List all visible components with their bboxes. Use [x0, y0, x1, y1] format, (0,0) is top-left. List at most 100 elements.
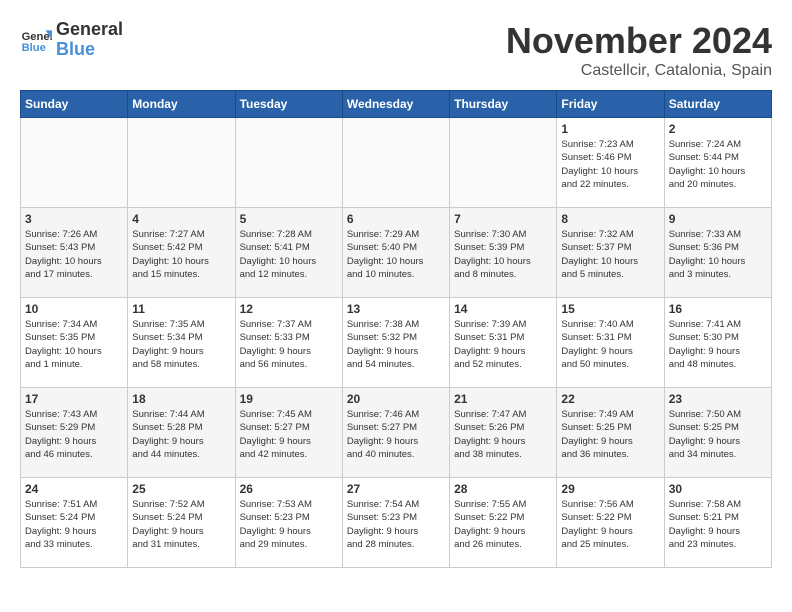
day-cell: 1Sunrise: 7:23 AM Sunset: 5:46 PM Daylig…	[557, 118, 664, 208]
day-number: 2	[669, 122, 767, 136]
week-row-2: 3Sunrise: 7:26 AM Sunset: 5:43 PM Daylig…	[21, 208, 772, 298]
weekday-header-sunday: Sunday	[21, 91, 128, 118]
day-cell	[450, 118, 557, 208]
day-info: Sunrise: 7:39 AM Sunset: 5:31 PM Dayligh…	[454, 318, 552, 371]
logo: General Blue GeneralBlue	[20, 20, 123, 60]
day-info: Sunrise: 7:52 AM Sunset: 5:24 PM Dayligh…	[132, 498, 230, 551]
day-number: 1	[561, 122, 659, 136]
day-number: 30	[669, 482, 767, 496]
week-row-4: 17 Sunrise: 7:43 AM Sunset: 5:29 PM Dayli…	[21, 388, 772, 478]
day-number: 23	[669, 392, 767, 406]
day-cell	[235, 118, 342, 208]
day-info: Sunrise: 7:32 AM Sunset: 5:37 PM Dayligh…	[561, 228, 659, 281]
day-info: Sunrise: 7:38 AM Sunset: 5:32 PM Dayligh…	[347, 318, 445, 371]
day-number: 20	[347, 392, 445, 406]
week-row-5: 24 Sunrise: 7:51 AM Sunset: 5:24 PM Dayli…	[21, 478, 772, 568]
day-info: Sunrise: 7:49 AM Sunset: 5:25 PM Dayligh…	[561, 408, 659, 461]
day-cell: 25 Sunrise: 7:52 AM Sunset: 5:24 PM Dayli…	[128, 478, 235, 568]
location: Castellcir, Catalonia, Spain	[506, 62, 772, 80]
day-number: 17	[25, 392, 123, 406]
day-cell: 13 Sunrise: 7:38 AM Sunset: 5:32 PM Dayli…	[342, 298, 449, 388]
logo-text: GeneralBlue	[56, 20, 123, 60]
day-cell: 4Sunrise: 7:27 AM Sunset: 5:42 PM Daylig…	[128, 208, 235, 298]
day-info: Sunrise: 7:28 AM Sunset: 5:41 PM Dayligh…	[240, 228, 338, 281]
day-cell: 21 Sunrise: 7:47 AM Sunset: 5:26 PM Dayli…	[450, 388, 557, 478]
weekday-header-row: SundayMondayTuesdayWednesdayThursdayFrid…	[21, 91, 772, 118]
day-cell: 15Sunrise: 7:40 AM Sunset: 5:31 PM Dayli…	[557, 298, 664, 388]
day-info: Sunrise: 7:33 AM Sunset: 5:36 PM Dayligh…	[669, 228, 767, 281]
day-number: 27	[347, 482, 445, 496]
day-cell: 11 Sunrise: 7:35 AM Sunset: 5:34 PM Dayli…	[128, 298, 235, 388]
day-number: 16	[669, 302, 767, 316]
day-cell: 6 Sunrise: 7:29 AM Sunset: 5:40 PM Daylig…	[342, 208, 449, 298]
weekday-header-friday: Friday	[557, 91, 664, 118]
day-number: 12	[240, 302, 338, 316]
title-block: November 2024 Castellcir, Catalonia, Spa…	[506, 20, 772, 80]
day-number: 18	[132, 392, 230, 406]
day-cell: 3Sunrise: 7:26 AM Sunset: 5:43 PM Daylig…	[21, 208, 128, 298]
day-info: Sunrise: 7:35 AM Sunset: 5:34 PM Dayligh…	[132, 318, 230, 371]
day-info: Sunrise: 7:34 AM Sunset: 5:35 PM Dayligh…	[25, 318, 123, 371]
calendar-table: SundayMondayTuesdayWednesdayThursdayFrid…	[20, 90, 772, 568]
day-cell	[128, 118, 235, 208]
day-cell: 22 Sunrise: 7:49 AM Sunset: 5:25 PM Dayli…	[557, 388, 664, 478]
day-cell: 28Sunrise: 7:55 AM Sunset: 5:22 PM Dayli…	[450, 478, 557, 568]
day-info: Sunrise: 7:45 AM Sunset: 5:27 PM Dayligh…	[240, 408, 338, 461]
day-number: 22	[561, 392, 659, 406]
day-info: Sunrise: 7:58 AM Sunset: 5:21 PM Dayligh…	[669, 498, 767, 551]
day-info: Sunrise: 7:41 AM Sunset: 5:30 PM Dayligh…	[669, 318, 767, 371]
day-info: Sunrise: 7:53 AM Sunset: 5:23 PM Dayligh…	[240, 498, 338, 551]
day-number: 25	[132, 482, 230, 496]
day-number: 15	[561, 302, 659, 316]
day-number: 7	[454, 212, 552, 226]
day-cell: 10 Sunrise: 7:34 AM Sunset: 5:35 PM Dayli…	[21, 298, 128, 388]
day-number: 14	[454, 302, 552, 316]
month-year: November 2024	[506, 20, 772, 62]
day-number: 29	[561, 482, 659, 496]
week-row-3: 10 Sunrise: 7:34 AM Sunset: 5:35 PM Dayli…	[21, 298, 772, 388]
day-cell: 24 Sunrise: 7:51 AM Sunset: 5:24 PM Dayli…	[21, 478, 128, 568]
day-cell: 29Sunrise: 7:56 AM Sunset: 5:22 PM Dayli…	[557, 478, 664, 568]
day-cell: 18 Sunrise: 7:44 AM Sunset: 5:28 PM Dayli…	[128, 388, 235, 478]
day-info: Sunrise: 7:37 AM Sunset: 5:33 PM Dayligh…	[240, 318, 338, 371]
day-number: 28	[454, 482, 552, 496]
day-cell: 23 Sunrise: 7:50 AM Sunset: 5:25 PM Dayli…	[664, 388, 771, 478]
day-cell: 30 Sunrise: 7:58 AM Sunset: 5:21 PM Dayli…	[664, 478, 771, 568]
day-cell: 20 Sunrise: 7:46 AM Sunset: 5:27 PM Dayli…	[342, 388, 449, 478]
day-info: Sunrise: 7:29 AM Sunset: 5:40 PM Dayligh…	[347, 228, 445, 281]
day-info: Sunrise: 7:54 AM Sunset: 5:23 PM Dayligh…	[347, 498, 445, 551]
day-cell: 2 Sunrise: 7:24 AM Sunset: 5:44 PM Daylig…	[664, 118, 771, 208]
day-cell	[342, 118, 449, 208]
day-cell: 16 Sunrise: 7:41 AM Sunset: 5:30 PM Dayli…	[664, 298, 771, 388]
day-number: 11	[132, 302, 230, 316]
day-number: 10	[25, 302, 123, 316]
day-info: Sunrise: 7:24 AM Sunset: 5:44 PM Dayligh…	[669, 138, 767, 191]
weekday-header-saturday: Saturday	[664, 91, 771, 118]
weekday-header-wednesday: Wednesday	[342, 91, 449, 118]
day-info: Sunrise: 7:26 AM Sunset: 5:43 PM Dayligh…	[25, 228, 123, 281]
day-number: 21	[454, 392, 552, 406]
day-cell: 12 Sunrise: 7:37 AM Sunset: 5:33 PM Dayli…	[235, 298, 342, 388]
day-info: Sunrise: 7:47 AM Sunset: 5:26 PM Dayligh…	[454, 408, 552, 461]
day-info: Sunrise: 7:51 AM Sunset: 5:24 PM Dayligh…	[25, 498, 123, 551]
week-row-1: 1Sunrise: 7:23 AM Sunset: 5:46 PM Daylig…	[21, 118, 772, 208]
day-info: Sunrise: 7:50 AM Sunset: 5:25 PM Dayligh…	[669, 408, 767, 461]
day-number: 6	[347, 212, 445, 226]
day-info: Sunrise: 7:44 AM Sunset: 5:28 PM Dayligh…	[132, 408, 230, 461]
svg-text:Blue: Blue	[22, 42, 46, 54]
day-cell: 8Sunrise: 7:32 AM Sunset: 5:37 PM Daylig…	[557, 208, 664, 298]
day-number: 24	[25, 482, 123, 496]
day-number: 26	[240, 482, 338, 496]
day-cell: 7Sunrise: 7:30 AM Sunset: 5:39 PM Daylig…	[450, 208, 557, 298]
day-number: 13	[347, 302, 445, 316]
day-info: Sunrise: 7:43 AM Sunset: 5:29 PM Dayligh…	[25, 408, 123, 461]
day-number: 19	[240, 392, 338, 406]
day-number: 9	[669, 212, 767, 226]
day-cell: 26 Sunrise: 7:53 AM Sunset: 5:23 PM Dayli…	[235, 478, 342, 568]
page-header: General Blue GeneralBlue November 2024 C…	[20, 20, 772, 80]
day-cell: 27 Sunrise: 7:54 AM Sunset: 5:23 PM Dayli…	[342, 478, 449, 568]
day-info: Sunrise: 7:46 AM Sunset: 5:27 PM Dayligh…	[347, 408, 445, 461]
day-info: Sunrise: 7:27 AM Sunset: 5:42 PM Dayligh…	[132, 228, 230, 281]
day-cell	[21, 118, 128, 208]
day-number: 5	[240, 212, 338, 226]
